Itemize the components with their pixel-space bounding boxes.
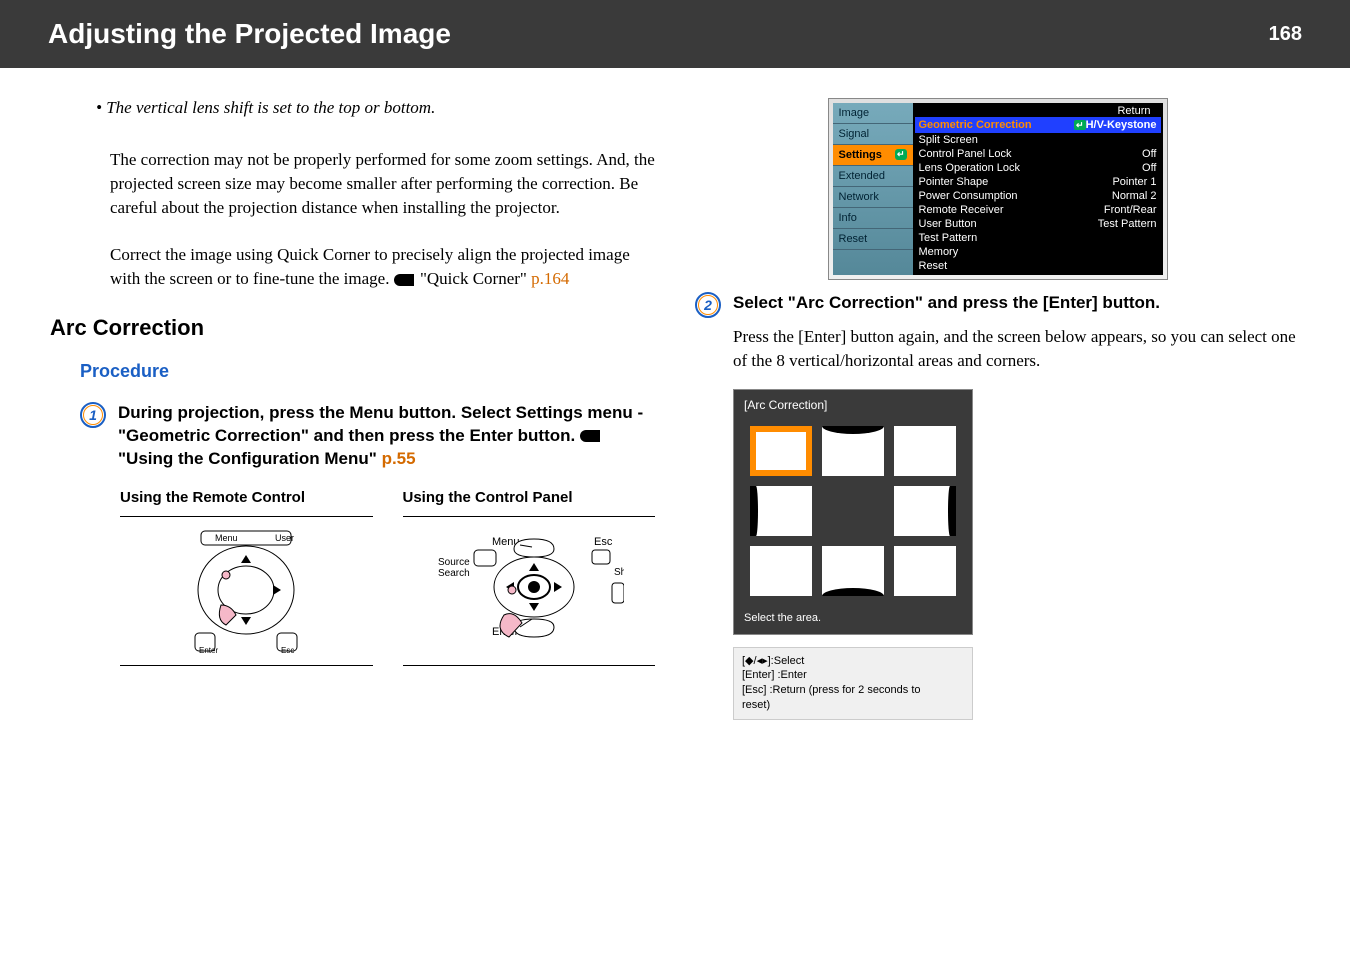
osd-row: User ButtonTest Pattern [919,217,1157,231]
arc-cell-tl [750,426,812,476]
osd-row: Reset [919,259,1157,273]
osd-tab-image: Image [833,103,913,124]
para-correction-note: The correction may not be properly perfo… [110,148,655,219]
arc-correction-screen: [Arc Correction] Select the area. [733,389,973,635]
section-arc-correction: Arc Correction [50,315,655,341]
arc-cell-t [822,426,884,476]
remote-illustration: Menu User Enter Esc [120,516,373,666]
osd-tab-reset: Reset [833,229,913,250]
osd-row: Control Panel LockOff [919,147,1157,161]
panel-sh-label: Sh [614,567,624,578]
osd-row: Split Screen [919,133,1157,147]
step-1: 1 During projection, press the Menu butt… [80,402,655,471]
enter-icon: ↵ [895,149,907,160]
bullet-lens-shift: The vertical lens shift is set to the to… [110,98,655,118]
left-column: The vertical lens shift is set to the to… [50,98,655,720]
step-1-badge: 1 [80,402,106,428]
config-menu-link[interactable]: p.55 [382,449,416,468]
remote-menu-label: Menu [215,533,238,543]
panel-heading: Using the Control Panel [403,489,656,506]
procedure-heading: Procedure [80,361,655,382]
remote-esc-label: Esc [281,646,294,655]
osd-tab-network: Network [833,187,913,208]
osd-row: Pointer ShapePointer 1 [919,175,1157,189]
step-2-body: Press the [Enter] button again, and the … [733,325,1300,373]
right-column: Image Signal Settings↵ Extended Network … [695,98,1300,720]
arc-grid [740,414,966,608]
page-title: Adjusting the Projected Image [48,18,451,50]
para-quick-corner: Correct the image using Quick Corner to … [110,243,655,291]
osd-row: Memory [919,245,1157,259]
remote-enter-label: Enter [199,646,218,655]
remote-user-label: User [275,533,294,543]
osd-row: Remote ReceiverFront/Rear [919,203,1157,217]
arc-cell-tr [894,426,956,476]
quick-corner-link[interactable]: p.164 [531,269,569,288]
pointer-icon [580,430,600,442]
step-2: 2 Select "Arc Correction" and press the … [695,292,1300,373]
step-2-badge: 2 [695,292,721,318]
osd-row: Power ConsumptionNormal 2 [919,189,1157,203]
arc-title: [Arc Correction] [740,396,966,414]
osd-return: Return [919,105,1157,117]
step-1-text: During projection, press the Menu button… [118,402,655,471]
arc-cell-center [822,486,884,536]
osd-tabs: Image Signal Settings↵ Extended Network … [833,103,913,275]
quick-corner-link-label: "Quick Corner" [420,269,527,288]
osd-tab-settings: Settings↵ [833,145,913,166]
panel-source-label: SourceSearch [438,557,470,579]
osd-menu-screenshot: Image Signal Settings↵ Extended Network … [828,98,1168,280]
arc-cell-r [894,486,956,536]
osd-tab-signal: Signal [833,124,913,145]
page-number: 168 [1269,23,1302,46]
arc-cell-bl [750,546,812,596]
osd-main: Return Geometric Correction↵H/V-Keystone… [913,103,1163,275]
panel-esc-label: Esc [594,536,613,548]
arc-cell-b [822,546,884,596]
osd-tab-extended: Extended [833,166,913,187]
osd-row-geometric: Geometric Correction↵H/V-Keystone [915,117,1161,133]
remote-heading: Using the Remote Control [120,489,373,506]
page-header: Adjusting the Projected Image 168 [0,0,1350,68]
pointer-icon [394,274,414,286]
arc-cell-l [750,486,812,536]
arc-hints: [◆/◂▸]:Select [Enter] :Enter [Esc] :Retu… [733,647,973,720]
arc-foot: Select the area. [740,608,966,628]
osd-tab-info: Info [833,208,913,229]
panel-illustration: Menu Esc SourceSearch Sh Enter [403,516,656,666]
step-2-text: Select "Arc Correction" and press the [E… [733,292,1300,373]
enter-icon: ↵ [1074,120,1086,130]
osd-row: Lens Operation LockOff [919,161,1157,175]
osd-row: Test Pattern [919,231,1157,245]
arc-cell-br [894,546,956,596]
